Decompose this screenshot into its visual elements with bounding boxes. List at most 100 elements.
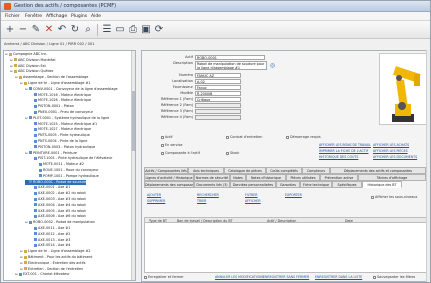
tree-item[interactable]: PISTON-0001 - Piston: [30, 104, 74, 109]
edit-icon[interactable]: ✎: [30, 24, 42, 36]
tree-item[interactable]: MOTE-0011 - Moteur #2: [35, 162, 84, 167]
tab-deplacements-composantes[interactable]: Déplacements des composantes: [144, 181, 194, 188]
tab-normes-securite[interactable]: Normes de sécurité: [194, 174, 230, 181]
tree-item[interactable]: PNTS-0005 - Pinte hydraulique: [30, 133, 90, 138]
fournisseur-field[interactable]: Fanuc: [195, 85, 241, 90]
minus-icon[interactable]: −: [17, 24, 29, 36]
check-enregistrer-fermer[interactable]: Enregistrer et fermer: [144, 275, 184, 279]
tab-catalogue[interactable]: Catalogue de pièces: [224, 167, 266, 174]
link-achats[interactable]: AFFICHER LES ACHATS: [373, 143, 409, 147]
tree-item[interactable]: ⊟ ABC Division Montréal: [10, 58, 55, 63]
reference-4-field[interactable]: [195, 115, 241, 120]
tab-donnees-perso[interactable]: Données personnalisées: [230, 181, 276, 188]
link-historique[interactable]: HISTORIQUE DES COÛTS: [319, 155, 358, 159]
show-sublevels-checkbox[interactable]: Afficher les sous-niveaux: [371, 195, 417, 199]
menu-plugins[interactable]: Plugins: [71, 14, 87, 19]
tree-item[interactable]: AXE-0002 - Axe #2 du robot: [30, 191, 86, 196]
tree-scrollbar[interactable]: [131, 51, 135, 280]
print-icon[interactable]: ⎙: [127, 24, 139, 36]
tree-item[interactable]: MOTE-1025 - Moteur électrique #1: [30, 122, 97, 127]
list-icon[interactable]: ☰: [101, 24, 113, 36]
check-actif[interactable]: Actif: [161, 135, 173, 139]
refresh-icon[interactable]: ↻: [69, 24, 81, 36]
link-imprimer[interactable]: IMPRIMER LA FICHE DE L'ACTIF: [319, 149, 368, 153]
tree-item[interactable]: ⊟ EXT-001 - Chariot élévateur: [15, 272, 70, 277]
col-bon-travail[interactable]: Bon de travail / Description du BT: [177, 219, 233, 223]
save-icon[interactable]: ▣: [140, 24, 152, 36]
grid-body[interactable]: [144, 223, 429, 273]
delete-icon[interactable]: ✕: [43, 24, 55, 36]
tab-lignes-activite[interactable]: Lignes d'activité / Historique: [144, 174, 194, 181]
tab-prevention[interactable]: Prévention active: [320, 174, 358, 181]
btn-enregistrer-sans-fermer[interactable]: ENREGISTRER SANS FERMER: [263, 275, 309, 279]
tab-couts[interactable]: Coûts complétés: [266, 167, 302, 174]
tree-item[interactable]: AXE-0001 - Axe #1: [30, 185, 70, 190]
tree-item[interactable]: ⊟ Entretien - Section de l'entretien: [20, 267, 83, 272]
tree-item[interactable]: MOTE-1016 - Moteur électrique: [30, 93, 91, 98]
tree-item[interactable]: AXE-0005 - Axe #5 du robot: [30, 209, 86, 214]
subtool-rechercher[interactable]: RECHERCHER: [197, 193, 219, 197]
tree-item[interactable]: ⊟ ROBO-0001 - Robot de soudure: [25, 179, 87, 185]
edit-description-icon[interactable]: ◎: [269, 62, 276, 69]
subtool-supprimer[interactable]: SUPPRIMER: [147, 199, 165, 203]
tree-item[interactable]: AXE-0003 - Axe #3 du robot: [30, 197, 86, 202]
tab-notes-historique[interactable]: Notes d'historique: [246, 174, 286, 181]
reference-3-field[interactable]: [195, 109, 241, 114]
nav-icon[interactable]: ⟳: [153, 24, 165, 36]
menu-affichage[interactable]: Affichage: [46, 14, 67, 19]
search-icon[interactable]: ⌕: [82, 24, 94, 36]
tree-item[interactable]: ⊟ CONV-0001 - Convoyeur de la ligne d'ass…: [25, 87, 118, 92]
check-en-service[interactable]: En service: [161, 143, 183, 147]
subtool-trier[interactable]: TRIER: [197, 199, 206, 203]
tree-item[interactable]: ⊟ ABC Division Est: [10, 64, 46, 69]
col-date[interactable]: Date: [345, 219, 353, 223]
tree-item[interactable]: AXE-0012 - Axe #2: [30, 232, 70, 237]
numero-field[interactable]: FANUC AZ: [195, 73, 241, 78]
tree-item[interactable]: ⊟ ROBO-0002 - Robot de manipulation: [25, 220, 95, 225]
check-composante[interactable]: Composante à l'actif: [161, 151, 200, 155]
tab-specifiques[interactable]: Spécifiques: [332, 181, 362, 188]
check-contrat[interactable]: Contrat d'entretien: [226, 135, 262, 139]
asset-tree[interactable]: ⊟ Compagnie ABC Inc. ⊟ ABC Division Montréa…: [3, 50, 136, 281]
subtool-afficher[interactable]: AFFICHER: [245, 199, 261, 203]
card-icon[interactable]: ▭: [114, 24, 126, 36]
link-pieces[interactable]: AFFICHER LES PIÈCES: [373, 149, 408, 153]
detail-scrollbar[interactable]: [426, 50, 430, 282]
actif-field[interactable]: ROBO-0001: [195, 55, 265, 60]
subtool-filtrer[interactable]: FILTRER: [245, 193, 258, 197]
tab-garanties[interactable]: Garanties: [276, 181, 300, 188]
tree-item[interactable]: MOTE-1026 - Moteur électrique: [30, 98, 91, 103]
tree-item[interactable]: AXE-0013 - Axe #3: [30, 238, 70, 243]
reference-1-field[interactable]: Critique: [195, 97, 241, 102]
tree-item[interactable]: AXE-0004 - Axe #4 du robot: [30, 203, 86, 208]
tree-item[interactable]: ⊟ PEINTURE-0001 - Peinture: [25, 151, 77, 156]
tree-item[interactable]: ROUE-1001 - Roue du convoyeur: [35, 168, 99, 173]
menu-aide[interactable]: Aide: [91, 14, 101, 19]
tree-item[interactable]: AXE-0011 - Axe #1: [30, 226, 70, 231]
check-sauvegarder-filtres[interactable]: Sauvegarder les filtres: [373, 275, 415, 279]
tab-pieces-utilisees[interactable]: Pièces utilisées: [286, 174, 320, 181]
localisation-field[interactable]: A-02: [195, 79, 241, 84]
subtool-exporter[interactable]: EXPORTER: [285, 193, 302, 197]
tab-actifs-lies[interactable]: Actifs / Composantes liés: [144, 167, 188, 174]
btn-enregistrer-liste[interactable]: ENREGISTRER DANS LA LISTE: [315, 275, 362, 279]
modele-field[interactable]: R-2000iB: [195, 91, 241, 96]
undo-icon[interactable]: ↶: [56, 24, 68, 36]
tree-item[interactable]: ⊟ Compagnie ABC Inc.: [5, 52, 48, 57]
tree-item[interactable]: ⊟ Assemblage - Section de l'assemblage: [15, 75, 88, 80]
tree-item[interactable]: ⊟ Ligne de tri - Ligne d'assemblage #1: [20, 81, 91, 86]
reference-2-field[interactable]: [195, 103, 241, 108]
btn-annuler[interactable]: ANNULER LES MODIFICATIONS: [215, 275, 264, 279]
tab-fiche-technique[interactable]: Fiche technique: [300, 181, 332, 188]
tree-item[interactable]: PIST-1001 - Pinte hydraulique de l'éléva…: [30, 156, 112, 161]
description-field[interactable]: Robot de manipulation de soudure pour la…: [195, 61, 267, 70]
tree-item[interactable]: PNTS-0004 - Pinte de la ligne: [30, 139, 87, 144]
menu-fichier[interactable]: Fichier: [5, 14, 20, 19]
tab-avis-techniques[interactable]: Avis techniques: [188, 167, 224, 174]
tab-historique-bt[interactable]: Historique des BT: [362, 181, 402, 188]
tree-item[interactable]: AXE-0006 - Axe #6 du robot: [30, 214, 86, 219]
tree-item[interactable]: ⊟ Bâtiment - Pour les actifs du bâtiment: [20, 255, 92, 260]
tree-item[interactable]: ⊟ Electronique - Entretien des actifs: [20, 261, 85, 266]
subtool-ajouter[interactable]: AJOUTER: [147, 193, 161, 197]
link-bons-travail[interactable]: AFFICHER LES BONS DE TRAVAIL: [319, 143, 371, 147]
